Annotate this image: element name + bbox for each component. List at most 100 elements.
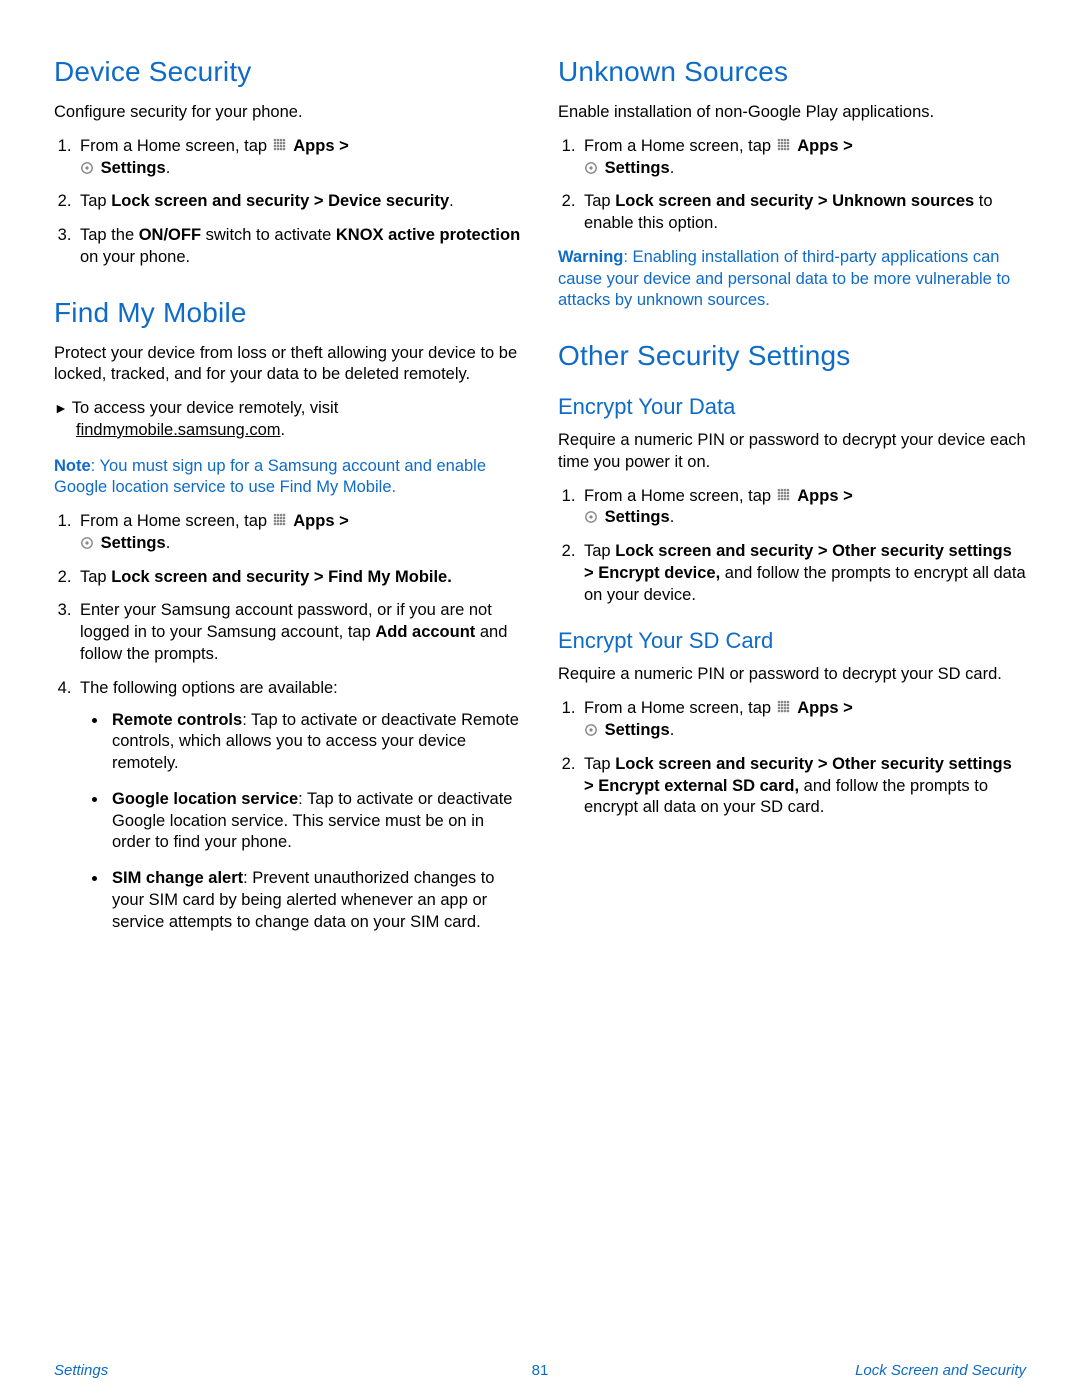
settings-gear-icon bbox=[80, 161, 94, 175]
bold-text: > bbox=[839, 137, 853, 155]
subheading-encrypt-data: Encrypt Your Data bbox=[558, 394, 1026, 420]
text: From a Home screen, tap bbox=[584, 487, 776, 505]
list-item: From a Home screen, tap Apps > Settings. bbox=[76, 136, 522, 180]
ordered-list: From a Home screen, tap Apps > Settings. bbox=[558, 136, 1026, 235]
list-item: Tap the ON/OFF switch to activate KNOX a… bbox=[76, 225, 522, 269]
paragraph: Configure security for your phone. bbox=[54, 102, 522, 124]
apps-grid-icon bbox=[273, 138, 287, 152]
bold-text: Lock screen and security > Unknown sourc… bbox=[615, 192, 974, 210]
text: Tap bbox=[80, 568, 111, 586]
page-footer: Settings 81 Lock Screen and Security bbox=[54, 1362, 1026, 1379]
apps-grid-icon bbox=[777, 700, 791, 714]
heading-device-security: Device Security bbox=[54, 56, 522, 88]
bold-text: Settings bbox=[605, 721, 670, 739]
text: Tap bbox=[584, 192, 615, 210]
text: . bbox=[670, 508, 675, 526]
list-item: Remote controls: Tap to activate or deac… bbox=[108, 710, 522, 775]
list-item: From a Home screen, tap Apps > Settings. bbox=[580, 698, 1026, 742]
text: Tap bbox=[80, 192, 111, 210]
list-item: From a Home screen, tap Apps > Settings. bbox=[580, 486, 1026, 530]
ordered-list: From a Home screen, tap Apps > Settings. bbox=[54, 511, 522, 933]
arrow-bullet: To access your device remotely, visit fi… bbox=[54, 398, 522, 442]
bold-text: Apps bbox=[293, 512, 334, 530]
bold-text: Apps bbox=[797, 137, 838, 155]
bold-text: Apps bbox=[797, 699, 838, 717]
subheading-encrypt-sd: Encrypt Your SD Card bbox=[558, 628, 1026, 654]
apps-grid-icon bbox=[777, 138, 791, 152]
settings-gear-icon bbox=[80, 536, 94, 550]
text: : Enabling installation of third-party a… bbox=[558, 248, 1010, 310]
paragraph: Protect your device from loss or theft a… bbox=[54, 343, 522, 387]
paragraph: Require a numeric PIN or password to dec… bbox=[558, 664, 1026, 686]
bold-text: Settings bbox=[605, 508, 670, 526]
bold-text: Settings bbox=[101, 534, 166, 552]
text: . bbox=[449, 192, 454, 210]
bold-text: > bbox=[335, 512, 349, 530]
settings-gear-icon bbox=[584, 510, 598, 524]
list-item: Tap Lock screen and security > Other sec… bbox=[580, 541, 1026, 606]
link-text[interactable]: findmymobile.samsung.com bbox=[76, 421, 281, 439]
list-item: Tap Lock screen and security > Device se… bbox=[76, 191, 522, 213]
unordered-list: Remote controls: Tap to activate or deac… bbox=[80, 710, 522, 934]
footer-page-number: 81 bbox=[54, 1362, 1026, 1379]
ordered-list: From a Home screen, tap Apps > Settings. bbox=[558, 486, 1026, 607]
text: To access your device remotely, visit bbox=[72, 399, 339, 417]
list-item: The following options are available: Rem… bbox=[76, 678, 522, 934]
list-item: Tap Lock screen and security > Other sec… bbox=[580, 754, 1026, 819]
heading-find-my-mobile: Find My Mobile bbox=[54, 297, 522, 329]
heading-other-security: Other Security Settings bbox=[558, 340, 1026, 372]
list-item: Tap Lock screen and security > Unknown s… bbox=[580, 191, 1026, 235]
list-item: SIM change alert: Prevent unauthorized c… bbox=[108, 868, 522, 933]
warning-paragraph: Warning: Enabling installation of third-… bbox=[558, 247, 1026, 312]
paragraph: Require a numeric PIN or password to dec… bbox=[558, 430, 1026, 474]
text: . bbox=[670, 159, 675, 177]
list-item: From a Home screen, tap Apps > Settings. bbox=[580, 136, 1026, 180]
text: Tap bbox=[584, 542, 615, 560]
text: From a Home screen, tap bbox=[80, 512, 272, 530]
text: . bbox=[281, 421, 286, 439]
list-item: From a Home screen, tap Apps > Settings. bbox=[76, 511, 522, 555]
bold-text: Apps bbox=[797, 487, 838, 505]
settings-gear-icon bbox=[584, 723, 598, 737]
bold-text: Note bbox=[54, 457, 91, 475]
bold-text: Warning bbox=[558, 248, 623, 266]
list-item: Google location service: Tap to activate… bbox=[108, 789, 522, 854]
ordered-list: From a Home screen, tap Apps > Settings. bbox=[54, 136, 522, 269]
heading-unknown-sources: Unknown Sources bbox=[558, 56, 1026, 88]
bold-text: Google location service bbox=[112, 790, 298, 808]
bold-text: > bbox=[839, 487, 853, 505]
bold-text: Lock screen and security > Find My Mobil… bbox=[111, 568, 452, 586]
document-page: Device Security Configure security for y… bbox=[0, 0, 1080, 1397]
apps-grid-icon bbox=[777, 488, 791, 502]
text: The following options are available: bbox=[80, 679, 338, 697]
left-column: Device Security Configure security for y… bbox=[54, 56, 522, 1367]
text: on your phone. bbox=[80, 248, 190, 266]
list-item: Enter your Samsung account password, or … bbox=[76, 600, 522, 665]
bold-text: Lock screen and security > Device securi… bbox=[111, 192, 449, 210]
text: : You must sign up for a Samsung account… bbox=[54, 457, 486, 497]
text: From a Home screen, tap bbox=[80, 137, 272, 155]
settings-gear-icon bbox=[584, 161, 598, 175]
ordered-list: From a Home screen, tap Apps > Settings. bbox=[558, 698, 1026, 819]
text: . bbox=[166, 159, 171, 177]
text: Tap the bbox=[80, 226, 139, 244]
text: Tap bbox=[584, 755, 615, 773]
paragraph: Enable installation of non-Google Play a… bbox=[558, 102, 1026, 124]
text: . bbox=[166, 534, 171, 552]
bold-text: Settings bbox=[605, 159, 670, 177]
list-item: Tap Lock screen and security > Find My M… bbox=[76, 567, 522, 589]
bold-text: Remote controls bbox=[112, 711, 242, 729]
bold-text: KNOX active protection bbox=[336, 226, 520, 244]
text: switch to activate bbox=[201, 226, 336, 244]
text: . bbox=[670, 721, 675, 739]
note-paragraph: Note: You must sign up for a Samsung acc… bbox=[54, 456, 522, 500]
bold-text: Settings bbox=[101, 159, 166, 177]
right-column: Unknown Sources Enable installation of n… bbox=[558, 56, 1026, 1367]
bold-text: Add account bbox=[375, 623, 475, 641]
apps-grid-icon bbox=[273, 513, 287, 527]
bold-text: > bbox=[839, 699, 853, 717]
bold-text: ON/OFF bbox=[139, 226, 201, 244]
text: From a Home screen, tap bbox=[584, 699, 776, 717]
text: From a Home screen, tap bbox=[584, 137, 776, 155]
bold-text: > bbox=[335, 137, 349, 155]
